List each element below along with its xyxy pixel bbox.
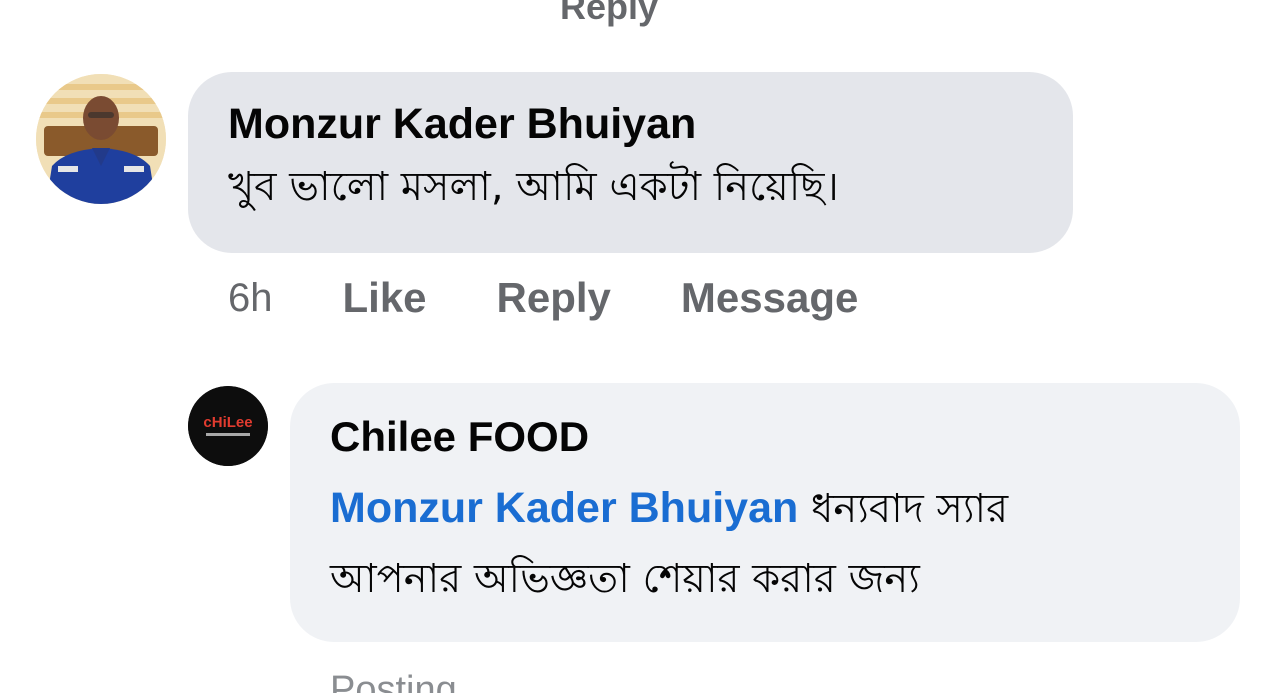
reply-bubble: Chilee FOOD Monzur Kader Bhuiyan ধন্যবাদ… [290,383,1240,642]
posting-status: Posting [330,669,457,693]
like-button[interactable]: Like [343,274,427,322]
comment-thread: Reply Monzur Kader Bhuiyan খুব ভালো মসলা… [0,0,1280,693]
reply-author[interactable]: Chilee FOOD [330,411,1200,463]
reply-button[interactable]: Reply [497,274,611,322]
comment-bubble: Monzur Kader Bhuiyan খুব ভালো মসলা, আমি … [188,72,1073,253]
comment-text: খুব ভালো মসলা, আমি একটা নিয়েছি। [228,164,839,210]
avatar[interactable] [36,74,166,204]
reply-text-line1: ধন্যবাদ স্যার [810,486,1009,532]
user-photo-icon [36,74,166,204]
reply-text: Monzur Kader Bhuiyan ধন্যবাদ স্যার আপনার… [330,473,1200,614]
logo-wordmark: cHiLee [203,414,252,431]
page-avatar[interactable]: cHiLee [188,386,268,466]
mention-link[interactable]: Monzur Kader Bhuiyan [330,484,798,532]
comment-timestamp[interactable]: 6h [228,276,273,321]
reply-text-line2: আপনার অভিজ্ঞতা শেয়ার করার জন্য [330,556,920,602]
cut-off-reply-label[interactable]: Reply [560,0,658,28]
comment-actions: 6h Like Reply Message [228,274,928,322]
comment-author[interactable]: Monzur Kader Bhuiyan [228,98,1033,150]
message-button[interactable]: Message [681,274,858,322]
chilee-logo-icon: cHiLee [188,386,268,466]
